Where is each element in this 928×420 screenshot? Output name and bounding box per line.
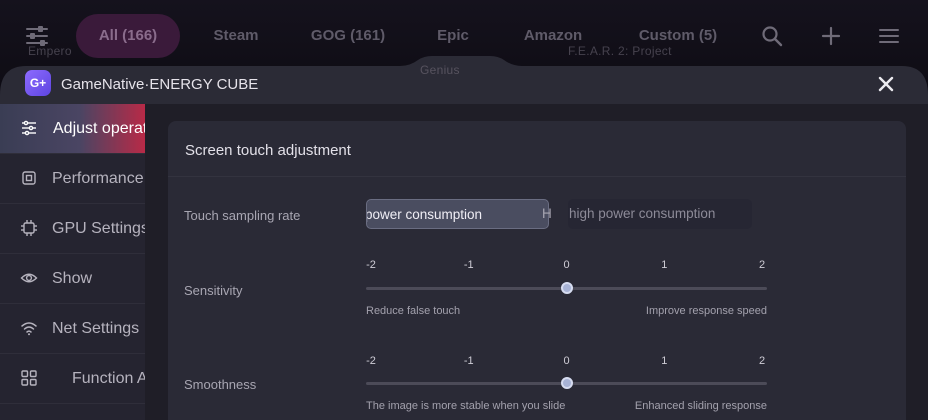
sidebar-item-label: Performance <box>52 170 144 187</box>
peek-option-text: H <box>542 206 552 221</box>
slider-tick-label: 1 <box>661 355 668 367</box>
option-label: power consumption <box>366 207 483 222</box>
sidebar-item-label: Function A <box>72 370 145 387</box>
option-label: high power consumption <box>569 206 716 221</box>
sidebar-item-label: Adjust operation <box>53 120 145 137</box>
touch-sampling-label: Touch sampling rate <box>184 208 301 223</box>
slider-tick-label: 2 <box>758 259 766 271</box>
grid-icon <box>21 370 37 386</box>
smoothness-hint-left: The image is more stable when you slide <box>366 400 566 412</box>
sidebar-item-net-settings[interactable]: Net Settings <box>0 304 145 354</box>
wifi-icon <box>21 322 37 336</box>
sidebar-item-label: Show <box>52 270 93 287</box>
energy-cube-dialog: Genius G+ GameNative·ENERGY CUBE Adjust … <box>0 0 928 420</box>
dialog-title: GameNative·ENERGY CUBE <box>61 76 259 93</box>
sidebar-item-gpu-settings[interactable]: GPU Settings <box>0 204 145 254</box>
close-icon <box>878 76 894 92</box>
slider-tick-label: -2 <box>366 259 376 271</box>
slider-tick-label: 1 <box>661 259 668 271</box>
slider-tick-label: 0 <box>563 259 570 271</box>
sliders-icon <box>22 120 36 136</box>
sensitivity-slider-thumb[interactable] <box>560 282 573 294</box>
sidebar-item-function[interactable]: Function A <box>0 354 145 404</box>
close-button[interactable] <box>874 72 898 96</box>
sidebar-item-adjust-operation[interactable]: Adjust operation <box>0 104 145 154</box>
sidebar-item-label: Net Settings <box>52 320 140 337</box>
smoothness-label: Smoothness <box>184 377 257 392</box>
smoothness-hint-right: Enhanced sliding response <box>634 400 767 412</box>
slider-tick-label: -1 <box>463 259 474 271</box>
card-title: Screen touch adjustment <box>185 142 351 159</box>
gpu-icon <box>21 220 37 236</box>
low-power-option[interactable]: power consumption <box>366 199 549 229</box>
app-logo: G+ <box>25 70 51 96</box>
sidebar-item-label: GPU Settings <box>52 220 145 237</box>
sidebar-item-performance[interactable]: Performance <box>0 154 145 204</box>
settings-sidebar: Adjust operation Performance GPU Setting… <box>0 104 145 420</box>
sensitivity-hint-right: Improve response speed <box>645 305 767 317</box>
eye-icon <box>20 273 38 283</box>
slider-tick-label: 0 <box>563 355 570 367</box>
slider-tick-label: -2 <box>366 355 376 367</box>
sensitivity-hint-left: Reduce false touch <box>366 305 461 317</box>
slider-tick-label: -1 <box>463 355 474 367</box>
smoothness-slider-thumb[interactable] <box>560 377 573 389</box>
high-power-option[interactable]: high power consumption <box>568 199 752 229</box>
sensitivity-label: Sensitivity <box>184 283 243 298</box>
sidebar-item-show[interactable]: Show <box>0 254 145 304</box>
slider-tick-label: 2 <box>758 355 766 367</box>
chip-icon <box>22 171 36 185</box>
